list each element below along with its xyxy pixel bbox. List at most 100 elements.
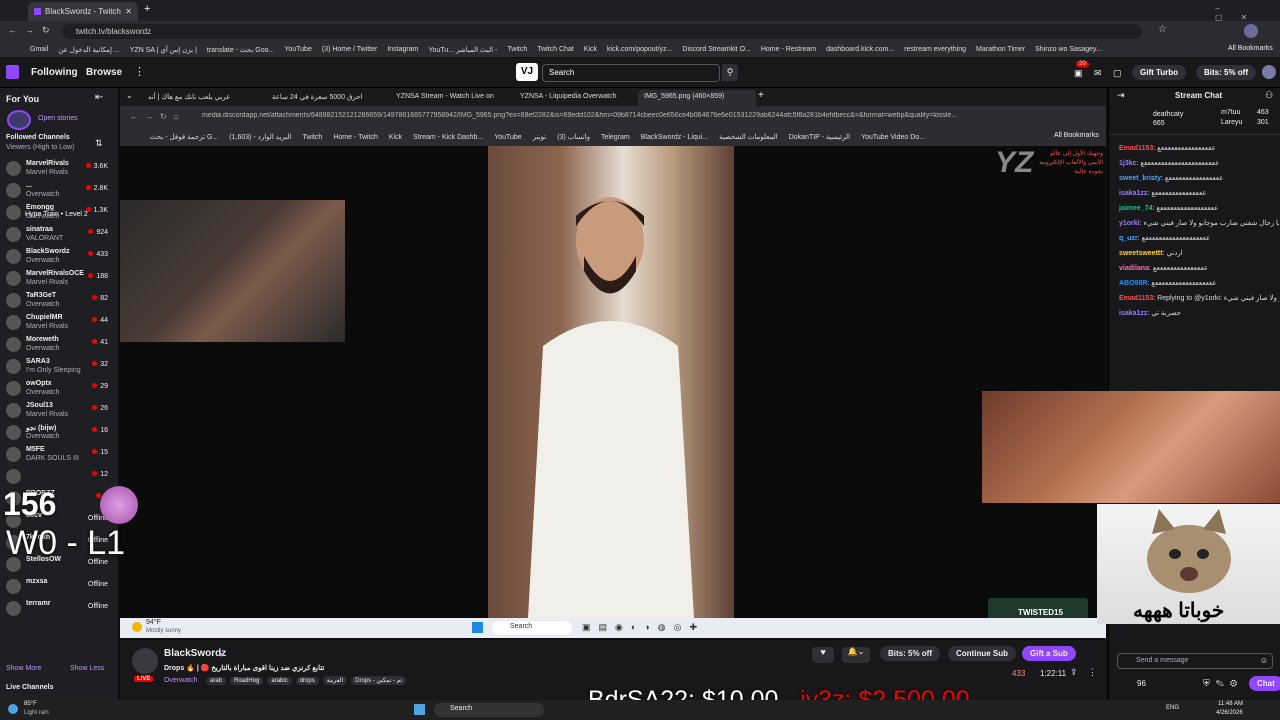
bookmark-item[interactable]: translate - بحث Goo...: [207, 46, 274, 54]
inbox-icon[interactable]: ✉: [1094, 68, 1102, 79]
sidebar-channel[interactable]: mzxsa Offline: [4, 576, 112, 598]
avatar[interactable]: [1244, 24, 1258, 38]
inner-tab[interactable]: احرق 5000 سعرة في 24 ساعة: [266, 90, 384, 106]
bookmark-item[interactable]: Shinzo wo Sasagey...: [1035, 46, 1102, 53]
chat-username[interactable]: ABO98R: [1119, 280, 1147, 287]
inner-tab[interactable]: YZNSA - Liquipedia Overwatch: [514, 90, 632, 106]
bookmark-item[interactable]: YouTu... البث المباشر -: [428, 46, 497, 54]
stream-video[interactable]: ⌄ عربي يلعب نانك مع هاك | أنه احرق 5000 …: [120, 88, 1106, 638]
show-more-link[interactable]: Show More: [6, 665, 41, 672]
bookmark-item[interactable]: Marathon Timer: [976, 46, 1025, 53]
close-icon[interactable]: ✕: [125, 7, 132, 16]
search-icon[interactable]: ⚲: [722, 64, 738, 81]
inner-bookmark[interactable]: (3) واتساب: [557, 133, 590, 141]
chat-username[interactable]: y1orki: [1119, 220, 1140, 227]
star-icon[interactable]: ☆: [1158, 24, 1167, 35]
nav-following[interactable]: Following: [31, 67, 78, 78]
chat-username[interactable]: isaka1zz: [1119, 190, 1147, 197]
bookmark-item[interactable]: Instagram: [387, 46, 418, 53]
chat-username[interactable]: sweet_kristy: [1119, 175, 1161, 182]
chat-input[interactable]: Send a message ☺: [1117, 653, 1273, 669]
tag[interactable]: RoadHog: [230, 676, 264, 685]
more-options-icon[interactable]: ⋮: [1088, 667, 1097, 678]
chat-username[interactable]: Emad1153: [1119, 295, 1153, 302]
chat-send-button[interactable]: Chat: [1249, 676, 1280, 691]
sidebar-channel[interactable]: terramr Offline: [4, 598, 112, 620]
notification-bell-icon[interactable]: 🔔⌄: [842, 647, 870, 663]
tag[interactable]: arabic: [267, 676, 292, 685]
more-icon[interactable]: ⋮: [134, 65, 145, 78]
chat-username[interactable]: jaimee_74: [1119, 205, 1152, 212]
chat-username[interactable]: Emad1153: [1119, 145, 1153, 152]
taskbar-apps-icon[interactable]: ▣▤◉◐◑◍◎✚: [582, 622, 705, 633]
sidebar-channel[interactable]: Emongg Overwatch 1.3K: [4, 202, 112, 224]
browser-tab-active[interactable]: BlackSwordz - Twitch ✕: [28, 2, 138, 21]
sidebar-channel[interactable]: owOptx Overwatch 29: [4, 378, 112, 400]
bookmark-item[interactable]: YouTube: [284, 46, 312, 53]
bits-discount-button[interactable]: Bits: 5% off: [880, 646, 940, 661]
sidebar-channel[interactable]: ChupielMR Marvel Rivals 44: [4, 312, 112, 334]
notifications-icon[interactable]: ▣: [1074, 68, 1083, 79]
whispers-icon[interactable]: ▢: [1113, 68, 1122, 79]
start-icon[interactable]: [472, 622, 483, 633]
tag[interactable]: Drops - تم - تمكين: [351, 676, 407, 685]
bookmark-item[interactable]: dashboard.kick.com...: [826, 46, 894, 53]
bookmark-item[interactable]: Gmail: [30, 46, 48, 53]
stories-avatar[interactable]: [7, 110, 31, 130]
bookmark-item[interactable]: إمكانية الدخول عن ...: [58, 46, 119, 54]
bookmark-item[interactable]: Twitch Chat: [537, 46, 574, 53]
chat-users-icon[interactable]: ⚇: [1265, 90, 1273, 101]
sidebar-channel[interactable]: sinatraa VALORANT 924: [4, 224, 112, 246]
game-link[interactable]: Overwatch: [164, 677, 197, 684]
window-controls[interactable]: –▢✕: [1215, 4, 1280, 22]
url-field[interactable]: twitch.tv/blackswordz: [62, 24, 1142, 39]
sidebar-channel[interactable]: SARA3 I'm Only Sleeping 32: [4, 356, 112, 378]
tag[interactable]: arab: [206, 676, 227, 685]
tag[interactable]: العربية: [322, 676, 348, 685]
twitch-logo-icon[interactable]: [6, 65, 19, 79]
channel-name[interactable]: BlackSwordz: [164, 648, 226, 659]
bookmark-item[interactable]: kick.com/popout/yz...: [607, 46, 672, 53]
inner-all-bookmarks[interactable]: All Bookmarks: [1050, 132, 1103, 139]
bookmark-item[interactable]: YZN SA | يزن إس آي |: [130, 46, 197, 54]
share-icon[interactable]: ⇪: [1070, 667, 1078, 678]
follow-heart-icon[interactable]: ♥: [812, 647, 834, 663]
inner-tab-active[interactable]: IMG_5965.png (460×859): [638, 90, 756, 106]
collapse-icon[interactable]: ⇤: [95, 92, 103, 103]
continue-sub-button[interactable]: Continue Sub: [948, 646, 1016, 661]
all-bookmarks[interactable]: All Bookmarks: [1222, 45, 1279, 52]
inner-bookmark[interactable]: Stream - Kick Dashb...: [413, 134, 483, 141]
inner-new-tab-icon[interactable]: +: [758, 90, 764, 101]
sidebar-channel[interactable]: BlackSwordz Overwatch 433: [4, 246, 112, 268]
inner-url-field[interactable]: media.discordapp.net/attachments/6489821…: [202, 112, 982, 119]
sidebar-channel[interactable]: JSoul13 Marvel Rivals 26: [4, 400, 112, 422]
sidebar-channel[interactable]: 12: [4, 466, 112, 488]
bookmark-item[interactable]: Home - Restream: [761, 46, 816, 53]
gift-sub-button[interactable]: Gift a Sub: [1022, 646, 1076, 661]
nav-arrows-icon[interactable]: ←→↻: [8, 25, 58, 36]
collapse-chat-icon[interactable]: ⇥: [1117, 90, 1125, 101]
inner-bookmark[interactable]: Home - Twitch: [333, 134, 378, 141]
sidebar-channel[interactable]: Moreweth Overwatch 41: [4, 334, 112, 356]
nav-browse[interactable]: Browse: [86, 67, 122, 78]
show-less-link[interactable]: Show Less: [70, 665, 104, 672]
sidebar-channel[interactable]: MarvelRivalsOCE Marvel Rivals 188: [4, 268, 112, 290]
bookmark-item[interactable]: Discord Streamkit O...: [682, 46, 750, 53]
inner-bookmark[interactable]: YouTube Video Do...: [861, 134, 925, 141]
channel-points-value[interactable]: 96: [1137, 679, 1146, 688]
sidebar-channel[interactable]: ... Overwatch 2.8K: [4, 180, 112, 202]
gift-turbo-button[interactable]: Gift Turbo: [1132, 65, 1187, 80]
sidebar-channel[interactable]: نجو (biįw) Overwatch 16: [4, 422, 112, 444]
inner-bookmark[interactable]: BlackSwordz - Liqui...: [641, 134, 708, 141]
sidebar-channel[interactable]: MarvelRivals Marvel Rivals 3.6K: [4, 158, 112, 180]
inner-tabs-dropdown-icon[interactable]: ⌄: [126, 91, 133, 100]
bookmark-item[interactable]: (3) Home / Twitter: [322, 46, 378, 53]
vj-logo-icon[interactable]: VJ: [516, 63, 538, 81]
inner-tab[interactable]: YZNSA Stream - Watch Live on: [390, 90, 508, 106]
chat-username[interactable]: 1j3kc: [1119, 160, 1137, 167]
open-stories-link[interactable]: Open stories: [38, 115, 78, 122]
search-input[interactable]: Search: [542, 64, 720, 82]
chat-username[interactable]: isaka1zz: [1119, 310, 1147, 317]
chat-username[interactable]: viadilana: [1119, 265, 1149, 272]
sidebar-channel[interactable]: TaR3GeT Overwatch 82: [4, 290, 112, 312]
